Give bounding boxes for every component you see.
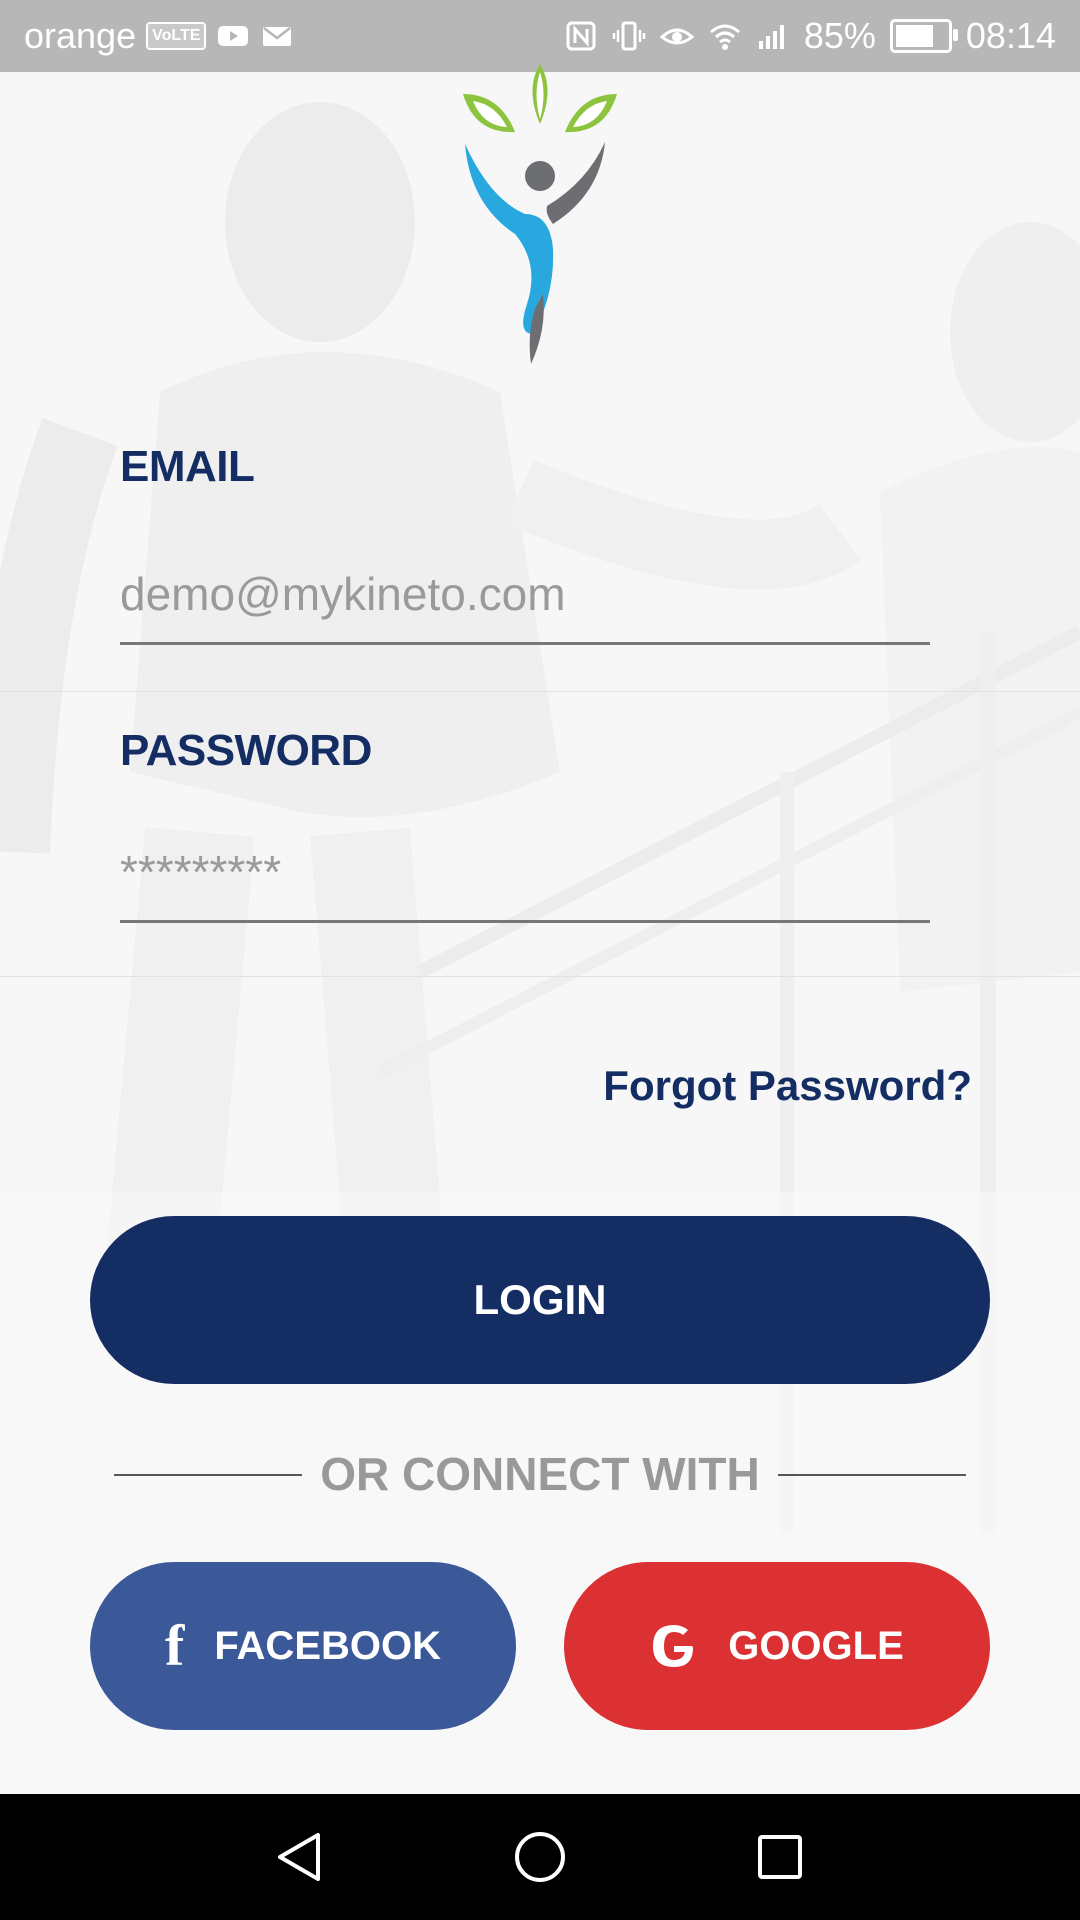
google-button-label: GOOGLE <box>728 1623 904 1668</box>
battery-fill <box>895 25 933 47</box>
password-input[interactable] <box>120 824 930 923</box>
login-content: EMAIL PASSWORD Forgot Password? LOGIN OR… <box>0 64 1080 1794</box>
or-divider-right <box>778 1474 966 1476</box>
wifi-icon <box>709 24 740 50</box>
facebook-button-label: FACEBOOK <box>214 1623 441 1668</box>
or-connect-row: OR CONNECT WITH <box>114 1444 966 1504</box>
signal-icon <box>758 25 784 49</box>
login-button[interactable]: LOGIN <box>90 1216 990 1384</box>
login-screen: orange VoLTE 85% 08:14 EMAIL demo@mykine… <box>0 0 1080 1920</box>
back-icon[interactable] <box>270 1827 330 1887</box>
volte-badge: VoLTE <box>146 22 207 50</box>
battery-icon <box>889 19 958 53</box>
status-right: 85% 08:14 <box>564 14 1056 58</box>
facebook-button[interactable]: f FACEBOOK <box>90 1562 516 1730</box>
nfc-icon <box>566 21 596 51</box>
vibrate-icon <box>612 21 646 51</box>
mail-icon <box>263 27 292 46</box>
carrier-name: orange <box>24 15 137 56</box>
status-left: orange VoLTE <box>24 14 294 58</box>
recents-icon[interactable] <box>750 1827 810 1887</box>
home-icon[interactable] <box>510 1827 570 1887</box>
email-input[interactable] <box>120 546 930 645</box>
email-label: EMAIL <box>120 442 255 491</box>
google-icon <box>653 1625 694 1667</box>
google-button[interactable]: GOOGLE <box>564 1562 990 1730</box>
forgot-password-link[interactable]: Forgot Password? <box>603 1062 972 1110</box>
clock: 08:14 <box>965 15 1056 56</box>
password-label: PASSWORD <box>120 726 372 775</box>
navigation-bar <box>0 1794 1080 1920</box>
status-bar: orange VoLTE 85% 08:14 <box>0 0 1080 72</box>
app-logo <box>463 64 617 364</box>
email-divider <box>0 691 1080 692</box>
facebook-icon: f <box>164 1613 185 1678</box>
password-divider <box>0 976 1080 977</box>
eye-comfort-icon <box>659 28 694 45</box>
battery-percent: 85% <box>803 15 876 56</box>
youtube-icon <box>218 26 249 46</box>
